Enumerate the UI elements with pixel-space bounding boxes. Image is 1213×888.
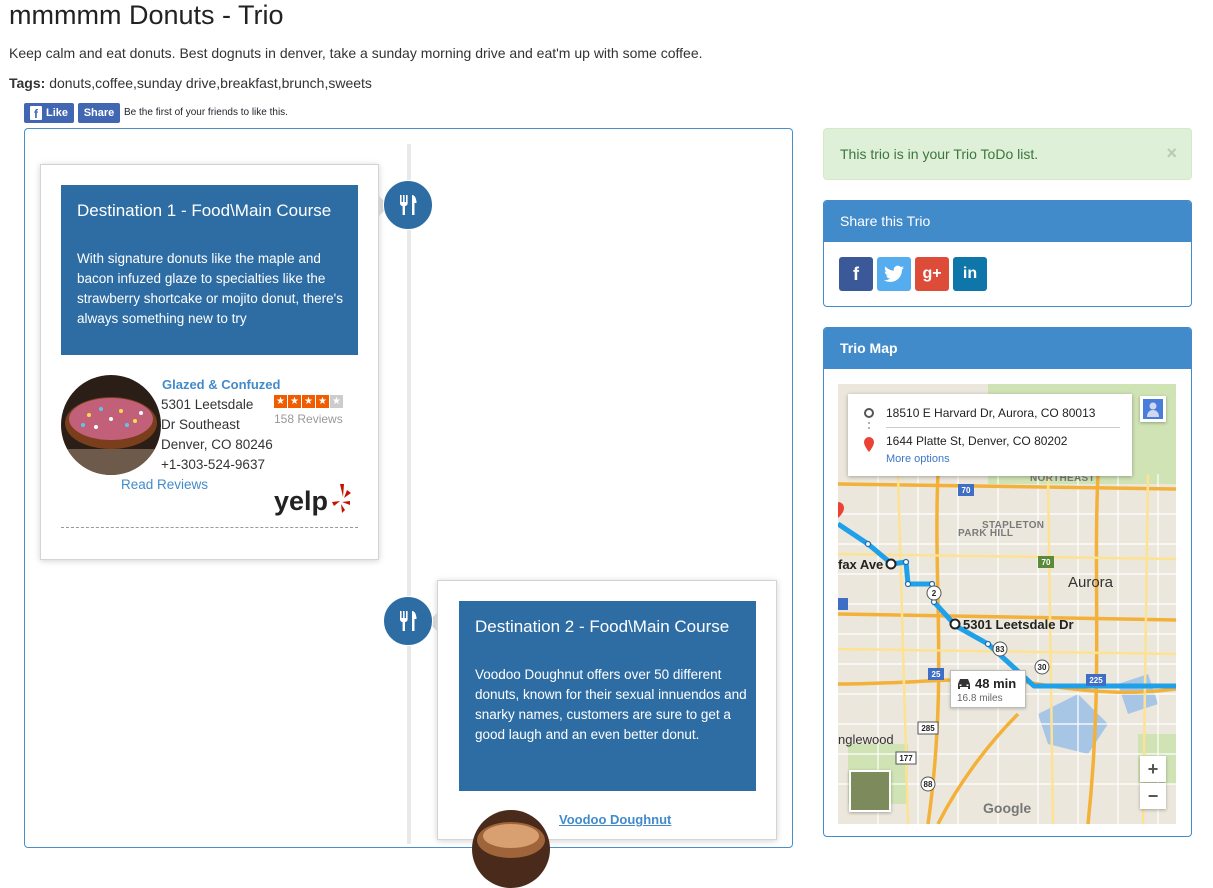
direction-origin[interactable]: 18510 E Harvard Dr, Aurora, CO 80013: [886, 406, 1095, 420]
svg-text:25: 25: [932, 670, 941, 679]
map-panel-title: Trio Map: [824, 328, 1191, 369]
close-icon[interactable]: ×: [1166, 143, 1177, 164]
fork-knife-icon: [400, 611, 417, 631]
zoom-out-button[interactable]: −: [1140, 783, 1166, 809]
divider: [886, 427, 1120, 428]
tags-line: Tags: donuts,coffee,sunday drive,breakfa…: [9, 75, 372, 91]
place-phone: +1-303-524-9637: [161, 457, 265, 472]
linkedin-share-icon[interactable]: in: [953, 257, 987, 291]
place-address-line: Denver, CO 80246: [161, 437, 273, 452]
trio-description: Keep calm and eat donuts. Best dognuts i…: [9, 45, 703, 61]
place-photo: [61, 375, 161, 475]
svg-text:30: 30: [1038, 663, 1047, 672]
fork-knife-icon: [400, 195, 417, 215]
facebook-icon: f: [30, 106, 42, 120]
svg-text:70: 70: [1042, 558, 1051, 567]
route-duration-box: 48 min 16.8 miles: [950, 670, 1026, 708]
todo-alert: This trio is in your Trio ToDo list. ×: [823, 128, 1192, 180]
place-address-line: Dr Southeast: [161, 417, 240, 432]
read-reviews-link[interactable]: Read Reviews: [121, 477, 208, 492]
destination-description: With signature donuts like the maple and…: [77, 251, 343, 326]
zoom-in-button[interactable]: +: [1140, 756, 1166, 782]
facebook-share-icon[interactable]: f: [839, 257, 873, 291]
place-name-link[interactable]: Voodoo Doughnut: [559, 812, 671, 827]
tags-value: donuts,coffee,sunday drive,breakfast,bru…: [49, 75, 372, 91]
star-icon: ★: [330, 395, 343, 408]
svg-text:225: 225: [1089, 676, 1103, 685]
direction-destination[interactable]: 1644 Platte St, Denver, CO 80202: [886, 434, 1067, 448]
place-photo: [472, 810, 550, 888]
destination-box-1: Destination 1 - Food\Main Course With si…: [61, 185, 358, 355]
svg-text:yelp: yelp: [274, 486, 328, 516]
review-count: 158 Reviews: [274, 412, 343, 426]
svg-text:88: 88: [924, 780, 933, 789]
map-label-englewood: nglewood: [838, 732, 894, 747]
timeline-marker-1: [383, 180, 433, 230]
share-label: Share: [83, 107, 115, 119]
timeline-line: [407, 144, 411, 844]
share-panel-title: Share this Trio: [824, 201, 1191, 242]
svg-text:2: 2: [932, 589, 937, 598]
destination-box-2: Destination 2 - Food\Main Course Voodoo …: [459, 601, 756, 791]
facebook-like-button[interactable]: f Like: [24, 103, 74, 123]
tags-label: Tags:: [9, 75, 46, 91]
google-plus-share-icon[interactable]: g+: [915, 257, 949, 291]
like-label: Like: [45, 107, 68, 119]
page-title: mmmmm Donuts - Trio: [9, 0, 284, 30]
satellite-view-toggle[interactable]: [849, 770, 891, 812]
facebook-social-text: Be the first of your friends to like thi…: [124, 107, 288, 118]
route-duration: 48 min: [975, 676, 1017, 691]
yelp-logo[interactable]: yelp: [272, 480, 358, 525]
map-label-aurora: Aurora: [1068, 574, 1114, 591]
route-origin-destination-icon: [864, 408, 874, 452]
timeline-marker-2: [383, 596, 433, 646]
divider: [61, 527, 358, 528]
svg-text:83: 83: [996, 645, 1005, 654]
route-distance: 16.8 miles: [957, 693, 1003, 704]
svg-text:70: 70: [962, 486, 971, 495]
star-icon: ★: [288, 395, 301, 408]
destination-title: Destination 1 - Food\Main Course: [77, 201, 332, 220]
destination-description: Voodoo Doughnut offers over 50 different…: [475, 667, 747, 742]
star-icon: ★: [274, 395, 287, 408]
map-label-leetsdale: 5301 Leetsdale Dr: [963, 617, 1074, 632]
map-label-stapleton: STAPLETON: [982, 520, 1045, 531]
more-options-link[interactable]: More options: [886, 453, 950, 465]
place-name-link[interactable]: Glazed & Confuzed: [162, 377, 280, 392]
street-view-pegman-icon[interactable]: [1140, 396, 1166, 422]
destination-title: Destination 2 - Food\Main Course: [475, 617, 730, 636]
svg-text:177: 177: [899, 754, 913, 763]
place-address-line: 5301 Leetsdale: [161, 397, 254, 412]
star-rating: ★ ★ ★ ★ ★: [274, 395, 343, 408]
google-logo: Google: [983, 800, 1032, 816]
facebook-share-button[interactable]: Share: [78, 103, 120, 123]
alert-text: This trio is in your Trio ToDo list.: [840, 146, 1039, 162]
directions-box: 18510 E Harvard Dr, Aurora, CO 80013 164…: [848, 394, 1132, 476]
map-label-colfax: fax Ave: [838, 557, 884, 572]
twitter-share-icon[interactable]: [877, 257, 911, 291]
star-icon: ★: [316, 395, 329, 408]
svg-text:285: 285: [921, 724, 935, 733]
car-icon: [958, 679, 970, 689]
share-panel: Share this Trio f g+ in: [823, 200, 1192, 307]
star-icon: ★: [302, 395, 315, 408]
